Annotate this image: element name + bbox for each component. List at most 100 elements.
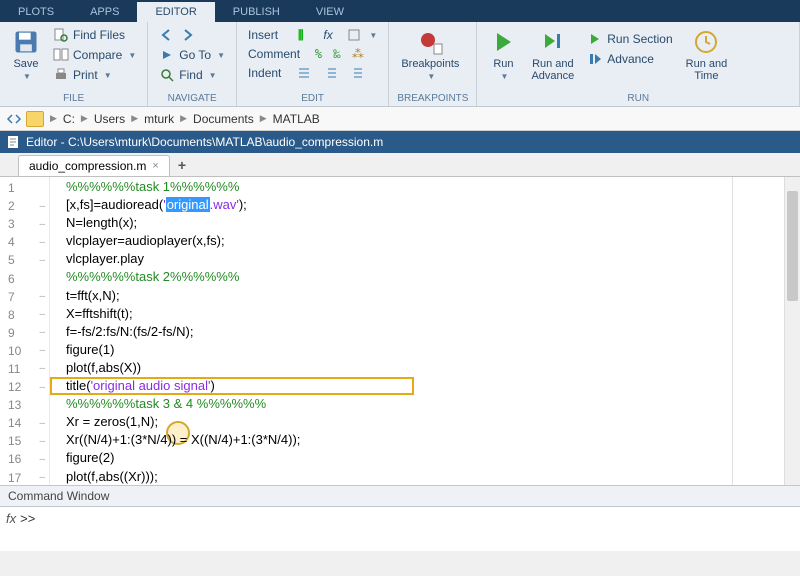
clock-icon <box>692 28 720 56</box>
compare-button[interactable]: Compare▼ <box>50 46 139 64</box>
code-line[interactable]: t=fft(x,N); <box>50 288 800 306</box>
code-line[interactable]: %%%%%%task 3 & 4 %%%%%% <box>50 396 800 414</box>
gutter-line[interactable]: 15– <box>0 432 49 450</box>
code-line[interactable]: title('original audio signal') <box>50 378 800 396</box>
tab-publish[interactable]: PUBLISH <box>215 2 298 22</box>
save-label: Save <box>13 58 38 70</box>
code-line[interactable]: %%%%%%task 2%%%%%% <box>50 269 800 287</box>
add-tab-button[interactable]: + <box>170 154 194 176</box>
gutter-line[interactable]: 12– <box>0 378 49 396</box>
scroll-thumb[interactable] <box>787 191 798 301</box>
code-editor[interactable]: 12–3–4–5–67–8–9–10–11–12–1314–15–16–17– … <box>0 177 800 485</box>
gutter-line[interactable]: 11– <box>0 360 49 378</box>
code-line[interactable]: Xr((N/4)+1:(3*N/4)) = X((N/4)+1:(3*N/4))… <box>50 432 800 450</box>
gutter-line[interactable]: 5– <box>0 251 49 269</box>
arrow-left-icon <box>159 27 175 43</box>
bc-item-2[interactable]: mturk <box>144 112 174 126</box>
file-tab-label: audio_compression.m <box>29 159 146 173</box>
find-button[interactable]: Find▼ <box>156 66 228 84</box>
chevron-down-icon: ▼ <box>427 72 435 81</box>
comment-button[interactable]: Comment % ‰ ⁂ <box>245 46 380 62</box>
indent-button[interactable]: Indent <box>245 64 380 82</box>
back-forward-icon[interactable] <box>6 112 22 126</box>
tab-editor[interactable]: EDITOR <box>137 2 214 22</box>
tab-view[interactable]: VIEW <box>298 2 362 22</box>
close-icon[interactable]: × <box>152 160 158 172</box>
code-line[interactable]: figure(1) <box>50 342 800 360</box>
print-icon <box>53 67 69 83</box>
bc-item-3[interactable]: Documents <box>193 112 254 126</box>
chevron-down-icon: ▼ <box>500 72 508 81</box>
run-section-icon <box>587 31 603 47</box>
editor-icon <box>6 135 20 149</box>
gutter-line[interactable]: 1 <box>0 179 49 197</box>
chevron-right-icon: ▶ <box>131 113 138 124</box>
gutter-line[interactable]: 4– <box>0 233 49 251</box>
ribbon-group-run: Run ▼ Run and Advance Run Section Advanc… <box>477 22 800 106</box>
insert-misc-icon <box>347 27 363 43</box>
gutter-line[interactable]: 14– <box>0 414 49 432</box>
gutter-line[interactable]: 13 <box>0 396 49 414</box>
gutter-line[interactable]: 8– <box>0 306 49 324</box>
command-prompt: >> <box>20 511 35 526</box>
code-line[interactable]: vlcplayer=audioplayer(x,fs); <box>50 233 800 251</box>
bc-item-4[interactable]: MATLAB <box>273 112 320 126</box>
gutter-line[interactable]: 2– <box>0 197 49 215</box>
editor-title-text: Editor - C:\Users\mturk\Documents\MATLAB… <box>26 135 383 149</box>
run-section-button[interactable]: Run Section <box>584 30 675 48</box>
code-line[interactable]: f=-fs/2:fs/N:(fs/2-fs/N); <box>50 324 800 342</box>
save-icon <box>12 28 40 56</box>
code-line[interactable]: [x,fs]=audioread('original.wav'); <box>50 197 800 215</box>
command-window[interactable]: fx >> <box>0 507 800 551</box>
goto-button[interactable]: Go To▼ <box>156 46 228 64</box>
find-files-icon <box>53 27 69 43</box>
bc-item-1[interactable]: Users <box>94 112 125 126</box>
code-line[interactable]: plot(f,abs(X)) <box>50 360 800 378</box>
gutter-line[interactable]: 9– <box>0 324 49 342</box>
gutter-line[interactable]: 10– <box>0 342 49 360</box>
fx-icon: fx <box>6 511 16 526</box>
tab-plots[interactable]: PLOTS <box>0 2 72 22</box>
tab-apps[interactable]: APPS <box>72 2 137 22</box>
code-line[interactable]: Xr = zeros(1,N); <box>50 414 800 432</box>
ribbon-label-file: FILE <box>8 93 139 104</box>
print-button[interactable]: Print▼ <box>50 66 139 84</box>
compare-icon <box>53 47 69 63</box>
save-button[interactable]: Save ▼ <box>8 26 44 83</box>
indent-left-icon <box>351 65 367 81</box>
bc-item-0[interactable]: C: <box>63 112 75 126</box>
file-tab[interactable]: audio_compression.m × <box>18 155 170 176</box>
arrow-right-icon <box>179 27 195 43</box>
chevron-right-icon: ▶ <box>260 113 267 124</box>
run-time-button[interactable]: Run and Time <box>682 26 732 84</box>
chevron-right-icon: ▶ <box>180 113 187 124</box>
ribbon-group-file: Save ▼ Find Files Compare▼ Print▼ FILE <box>0 22 148 106</box>
code-line[interactable]: N=length(x); <box>50 215 800 233</box>
gutter-line[interactable]: 16– <box>0 450 49 468</box>
code-line[interactable]: figure(2) <box>50 450 800 468</box>
chevron-right-icon: ▶ <box>81 113 88 124</box>
nav-arrows[interactable] <box>156 26 228 44</box>
folder-icon[interactable] <box>26 111 44 127</box>
code-line[interactable]: X=fftshift(t); <box>50 306 800 324</box>
run-advance-button[interactable]: Run and Advance <box>527 26 578 84</box>
gutter-line[interactable]: 3– <box>0 215 49 233</box>
code-lines[interactable]: %%%%%%task 1%%%%%%[x,fs]=audioread('orig… <box>50 177 800 485</box>
run-button[interactable]: Run ▼ <box>485 26 521 83</box>
ribbon-group-navigate: Go To▼ Find▼ NAVIGATE <box>148 22 237 106</box>
code-line[interactable]: %%%%%%task 1%%%%%% <box>50 179 800 197</box>
chevron-right-icon: ▶ <box>50 113 57 124</box>
code-line[interactable]: plot(f,abs((Xr))); <box>50 469 800 487</box>
insert-button[interactable]: Insert ⫼ fx ▼ <box>245 26 380 44</box>
code-line[interactable]: vlcplayer.play <box>50 251 800 269</box>
chevron-down-icon: ▼ <box>209 71 217 80</box>
gutter-line[interactable]: 17– <box>0 469 49 487</box>
fx-icon: fx <box>320 27 336 43</box>
gutter-line[interactable]: 7– <box>0 288 49 306</box>
play-icon <box>489 28 517 56</box>
find-files-button[interactable]: Find Files <box>50 26 139 44</box>
gutter-line[interactable]: 6 <box>0 269 49 287</box>
advance-button[interactable]: Advance <box>584 50 675 68</box>
breakpoints-button[interactable]: Breakpoints ▼ <box>397 26 463 83</box>
vertical-scrollbar[interactable] <box>784 177 800 485</box>
